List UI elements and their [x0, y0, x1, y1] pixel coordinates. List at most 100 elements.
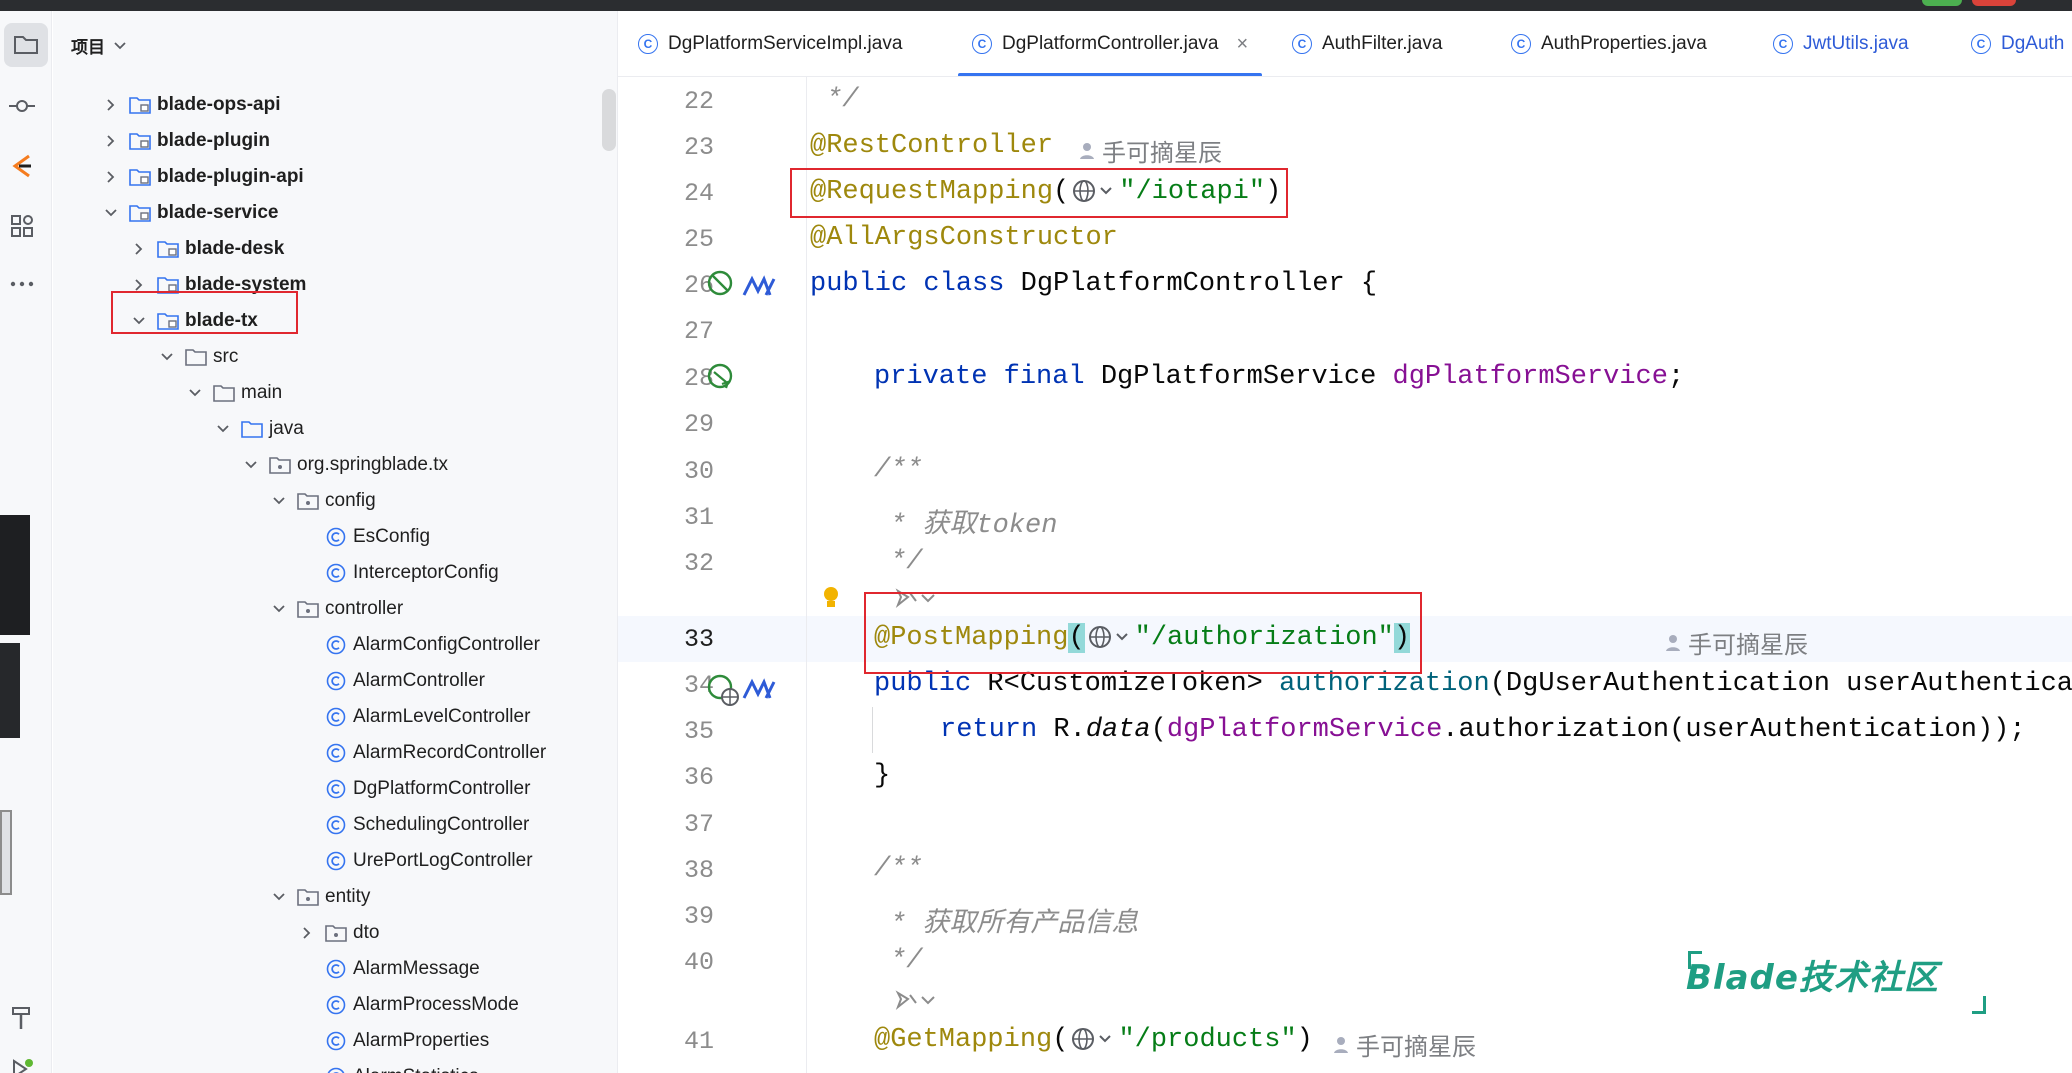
line-number[interactable]: 28 [638, 364, 714, 393]
chevron-down-icon[interactable] [269, 491, 289, 511]
tab-dgplatformcontroller[interactable]: C DgPlatformController.java × [957, 11, 1263, 76]
tree-item[interactable]: AlarmProcessMode [297, 989, 519, 1021]
line-number[interactable]: 31 [638, 503, 714, 532]
tree-item[interactable]: AlarmRecordController [297, 737, 546, 769]
tree-item[interactable]: UrePortLogController [297, 845, 533, 877]
plugin-logo-icon[interactable] [0, 144, 44, 188]
tree-item[interactable]: controller [269, 593, 403, 625]
tab-dgauth[interactable]: C DgAuth [1971, 11, 2064, 76]
highlight-box-post-mapping [864, 592, 1422, 674]
line-number[interactable]: 37 [638, 810, 714, 839]
tree-item[interactable]: org.springblade.tx [241, 449, 448, 481]
line-number[interactable]: 29 [638, 410, 714, 439]
tree-item[interactable]: SchedulingController [297, 809, 529, 841]
line-number[interactable]: 25 [638, 225, 714, 254]
chevron-down-icon[interactable] [269, 599, 289, 619]
tree-item[interactable]: AlarmController [297, 665, 485, 697]
tree-item[interactable]: blade-ops-api [101, 89, 281, 121]
tree-item-label: dto [353, 922, 380, 943]
line-number[interactable]: 34 [638, 671, 714, 700]
tree-item-label: EsConfig [353, 526, 431, 547]
line-number[interactable]: 27 [638, 317, 714, 346]
tree-item[interactable]: AlarmConfigController [297, 629, 540, 661]
project-panel-header[interactable]: 项目 [71, 33, 127, 58]
tree-item[interactable]: blade-desk [129, 233, 284, 265]
tab-dgplatformserviceimpl[interactable]: C DgPlatformServiceImpl.java [638, 11, 903, 76]
line-number[interactable]: 39 [638, 902, 714, 931]
chevron-down-icon[interactable] [101, 203, 121, 223]
tree-item[interactable]: src [157, 341, 238, 373]
author-name: 手可摘星辰 [1356, 1034, 1476, 1061]
chevron-right-icon[interactable] [101, 95, 121, 115]
tree-item[interactable]: config [269, 485, 376, 517]
code-line-39: * 获取所有产品信息 [890, 900, 1138, 940]
lightbulb-icon[interactable] [821, 585, 841, 611]
type-text: DgPlatformService [1084, 362, 1393, 392]
build-hammer-icon[interactable] [0, 996, 44, 1040]
class-icon: C [638, 34, 658, 54]
chevron-down-icon[interactable] [213, 419, 233, 439]
tree-item[interactable]: blade-plugin [101, 125, 270, 157]
tree-item[interactable]: main [185, 377, 282, 409]
tree-item[interactable]: blade-plugin-api [101, 161, 304, 193]
tree-item[interactable]: java [213, 413, 304, 445]
chevron-right-icon[interactable] [101, 167, 121, 187]
user-icon [1080, 142, 1094, 159]
code-line-36: } [874, 761, 890, 791]
tab-authproperties[interactable]: C AuthProperties.java [1511, 11, 1707, 76]
tree-item[interactable]: AlarmLevelController [297, 701, 530, 733]
line-number[interactable]: 33 [638, 625, 714, 654]
tree-item[interactable]: AlarmMessage [297, 953, 480, 985]
code-line-23: @RestController [810, 131, 1053, 161]
tab-label: DgPlatformServiceImpl.java [668, 33, 903, 54]
tab-authfilter[interactable]: C AuthFilter.java [1292, 11, 1442, 76]
tab-jwtutils[interactable]: C JwtUtils.java [1773, 11, 1909, 76]
mybatis-icon[interactable] [742, 676, 778, 702]
tree-item[interactable]: blade-service [101, 197, 278, 229]
chevron-right-icon[interactable] [101, 131, 121, 151]
tree-item[interactable]: AlarmProperties [297, 1025, 489, 1057]
line-number[interactable]: 22 [638, 87, 714, 116]
author-hint-line-23: 手可摘星辰 [1078, 133, 1222, 168]
chevron-right-icon[interactable] [297, 923, 317, 943]
user-icon [1666, 634, 1680, 651]
line-number[interactable]: 32 [638, 549, 714, 578]
project-folder-icon[interactable] [4, 23, 48, 67]
line-number[interactable]: 35 [638, 717, 714, 746]
tree-item[interactable]: dto [297, 917, 379, 949]
line-number[interactable]: 24 [638, 179, 714, 208]
tree-item[interactable]: InterceptorConfig [297, 557, 499, 589]
globe-url-icon[interactable] [1070, 1026, 1116, 1052]
line-number[interactable]: 26 [638, 271, 714, 300]
code-editor[interactable]: 22 23 24 25 26 27 28 29 30 31 32 33 34 35 36 37 38 39 40 41… [618, 77, 2072, 1073]
more-tools-icon[interactable] [0, 262, 44, 306]
structure-icon[interactable] [0, 204, 44, 248]
line-number[interactable]: 23 [638, 133, 714, 162]
tree-item[interactable]: EsConfig [297, 521, 430, 553]
endpoint-globe-icon[interactable] [706, 673, 740, 707]
line-number[interactable]: 41 [638, 1027, 714, 1056]
chevron-down-icon[interactable] [269, 887, 289, 907]
chevron-down-icon[interactable] [185, 383, 205, 403]
mybatis-icon[interactable] [742, 273, 778, 299]
code-line-32: */ [890, 547, 922, 577]
source-folder-icon [241, 418, 263, 440]
close-icon[interactable]: × [1236, 33, 1248, 56]
run-services-icon[interactable] [0, 1047, 44, 1073]
tree-item[interactable]: AlarmStatistics [297, 1061, 479, 1073]
autowired-bean-icon[interactable] [706, 362, 738, 394]
line-number[interactable]: 38 [638, 856, 714, 885]
line-number[interactable]: 30 [638, 457, 714, 486]
tree-item[interactable]: entity [269, 881, 370, 913]
chevron-down-icon[interactable] [241, 455, 261, 475]
line-number[interactable]: 36 [638, 763, 714, 792]
commit-icon[interactable] [0, 84, 44, 128]
tree-item[interactable]: DgPlatformController [297, 773, 530, 805]
http-client-icon[interactable] [894, 989, 944, 1011]
spring-bean-icon[interactable] [706, 269, 738, 301]
comment-text: 获取token [922, 511, 1058, 541]
scrollbar-thumb[interactable] [602, 89, 616, 151]
chevron-down-icon[interactable] [157, 347, 177, 367]
line-number[interactable]: 40 [638, 948, 714, 977]
chevron-right-icon[interactable] [129, 239, 149, 259]
